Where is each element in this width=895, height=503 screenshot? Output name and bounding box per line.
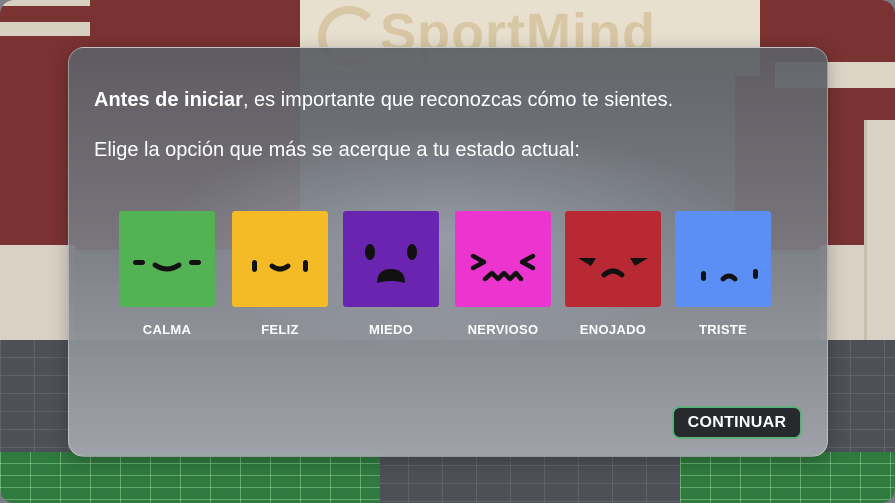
emotion-tile[interactable] (565, 211, 661, 307)
emotion-option-triste[interactable]: TRISTE (675, 211, 773, 341)
emotion-option-feliz[interactable]: FELIZ (232, 211, 330, 341)
instruction-text: Elige la opción que más se acerque a tu … (94, 139, 580, 161)
continue-button[interactable]: CONTINUAR (672, 406, 802, 439)
intro-bold: Antes de iniciar (94, 89, 243, 111)
emotion-check-dialog: Antes de iniciar, es importante que reco… (68, 47, 828, 457)
happy-face-icon (252, 260, 308, 272)
emotion-label: TRISTE (698, 322, 748, 337)
intro-text: Antes de iniciar, es importante que reco… (94, 89, 673, 112)
emotion-option-enojado[interactable]: ENOJADO (565, 211, 663, 341)
wall-base-left (0, 245, 75, 340)
emotion-tile[interactable] (232, 211, 328, 307)
nervous-face-icon (470, 253, 536, 282)
scared-face-icon (365, 244, 417, 283)
emotion-tile[interactable] (675, 211, 771, 307)
intro-rest: , es importante que reconozcas cómo te s… (242, 89, 674, 111)
emotion-option-nervioso[interactable]: NERVIOSO (455, 211, 553, 341)
emotion-options: CALMA FELIZ MIEDO NERVIOSO ENOJADO TRIST… (119, 211, 774, 346)
grass-right (680, 452, 895, 503)
pillar (864, 120, 895, 340)
emotion-option-miedo[interactable]: MIEDO (343, 211, 441, 341)
angry-face-icon (578, 258, 648, 278)
grass-left (0, 452, 380, 503)
emotion-tile[interactable] (343, 211, 439, 307)
sad-face-icon (701, 269, 758, 282)
emotion-option-calma[interactable]: CALMA (119, 211, 217, 341)
calm-face-icon (133, 260, 201, 272)
emotion-tile[interactable] (455, 211, 551, 307)
emotion-tile[interactable] (119, 211, 215, 307)
